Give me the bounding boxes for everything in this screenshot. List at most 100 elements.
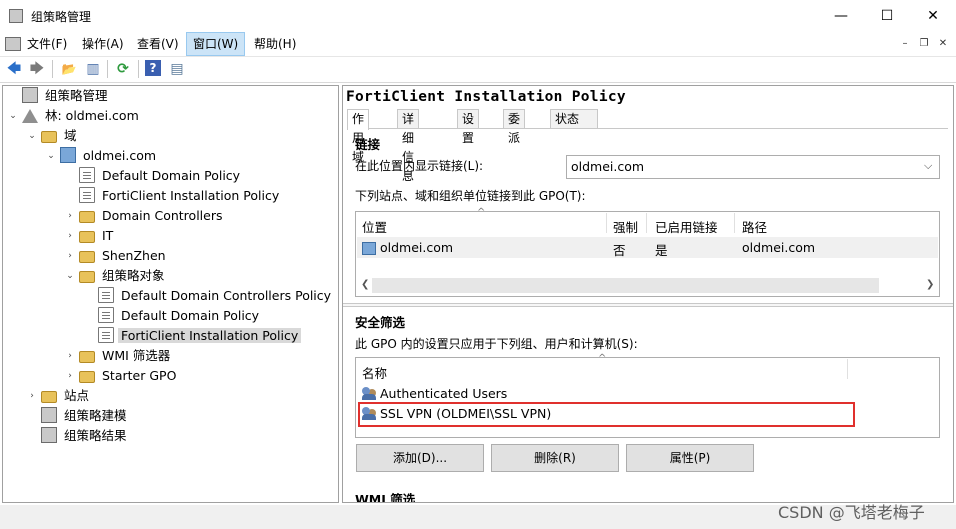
tree-item[interactable]: › ShenZhen xyxy=(68,246,169,266)
expand-chevron-icon[interactable]: › xyxy=(65,246,75,266)
properties-button[interactable]: 属性(P) xyxy=(626,444,754,472)
collapse-chevron-icon[interactable]: ⌄ xyxy=(8,106,18,126)
group-users-icon xyxy=(362,387,377,400)
expand-chevron-icon[interactable]: › xyxy=(65,346,75,366)
tree-item[interactable]: ⌄ oldmei.com xyxy=(47,146,159,166)
tree-item[interactable]: FortiClient Installation Policy xyxy=(98,326,302,346)
tree-item[interactable]: › IT xyxy=(68,226,116,246)
domain-icon xyxy=(362,241,376,255)
col-enforced[interactable]: 强制 xyxy=(613,217,638,236)
sites-icon xyxy=(41,391,57,403)
column-divider xyxy=(734,213,735,233)
menu-action[interactable]: 操作(A) xyxy=(76,32,130,56)
window-title: 组策略管理 xyxy=(31,10,92,24)
tree-item-label: 林: oldmei.com xyxy=(45,108,139,123)
remove-button[interactable]: 删除(R) xyxy=(491,444,619,472)
tree-item[interactable]: 组策略结果 xyxy=(41,426,130,446)
security-principal-name: Authenticated Users xyxy=(380,386,508,401)
tree-item[interactable]: FortiClient Installation Policy xyxy=(79,186,282,206)
tree-item[interactable]: › WMI 筛选器 xyxy=(68,346,173,366)
toolbar-separator xyxy=(52,60,53,78)
tree-item-label: Starter GPO xyxy=(102,368,177,383)
forward-arrow-icon[interactable]: 🡆 xyxy=(27,59,47,79)
col-link-enabled[interactable]: 已启用链接 xyxy=(655,217,718,236)
section-splitter[interactable] xyxy=(343,303,953,307)
wmi-filter-section-title: WMI 筛选 xyxy=(355,492,416,502)
tree-item[interactable]: ⌄ 域 xyxy=(28,126,80,146)
minimize-button[interactable]: — xyxy=(818,0,864,32)
gpo-icon xyxy=(98,327,114,343)
collapse-chevron-icon[interactable]: ⌄ xyxy=(65,266,75,286)
up-folder-icon[interactable]: 📂 xyxy=(59,59,79,79)
tree-item[interactable]: ⌄ 组策略对象 xyxy=(66,266,168,286)
properties-icon[interactable]: ▤ xyxy=(167,59,187,79)
expand-chevron-icon[interactable]: › xyxy=(65,206,75,226)
tree-item-label: Default Domain Controllers Policy xyxy=(121,288,332,303)
expand-chevron-icon[interactable]: › xyxy=(27,386,37,406)
tree-item-label: IT xyxy=(102,228,114,243)
column-divider xyxy=(606,213,607,233)
location-dropdown-value: oldmei.com xyxy=(571,159,645,174)
folder-icon xyxy=(79,351,95,363)
folder-icon xyxy=(79,271,95,283)
mdi-close-button[interactable]: ✕ xyxy=(935,36,951,52)
col-path[interactable]: 路径 xyxy=(742,217,767,236)
menu-window[interactable]: 窗口(W) xyxy=(186,32,246,56)
tree-item[interactable]: › 站点 xyxy=(30,386,92,406)
tab-scope[interactable]: 作用域 xyxy=(347,109,370,164)
expand-chevron-icon[interactable]: › xyxy=(65,226,75,246)
ou-folder-icon xyxy=(79,231,95,243)
tree-item[interactable]: 组策略建模 xyxy=(41,406,130,426)
title-bar xyxy=(0,0,956,32)
tree-item[interactable]: Default Domain Controllers Policy xyxy=(98,286,334,306)
expand-chevron-icon[interactable]: › xyxy=(65,366,75,386)
chevron-down-icon[interactable]: ⌵ xyxy=(924,159,932,173)
tab-status[interactable]: 状态 xyxy=(550,109,598,129)
refresh-icon[interactable]: ⟳ xyxy=(113,59,133,79)
tab-settings[interactable]: 设置 xyxy=(457,109,480,145)
menu-view[interactable]: 查看(V) xyxy=(131,32,185,56)
mdi-minimize-button[interactable]: – xyxy=(897,36,913,52)
tree-item-label: Domain Controllers xyxy=(102,208,223,223)
col-location[interactable]: 位置 xyxy=(362,217,387,236)
scroll-left-icon[interactable]: ❮ xyxy=(361,279,369,290)
ou-folder-icon xyxy=(79,251,95,263)
maximize-button[interactable]: ☐ xyxy=(864,0,910,32)
list-item[interactable]: Authenticated Users xyxy=(362,386,507,401)
back-arrow-icon[interactable]: 🡄 xyxy=(4,59,24,79)
tab-details[interactable]: 详细信息 xyxy=(397,109,420,183)
gpm-icon xyxy=(22,87,38,103)
modeling-icon xyxy=(41,407,57,423)
tree-item[interactable]: › Domain Controllers xyxy=(68,206,225,226)
help-icon[interactable]: ? xyxy=(145,60,161,76)
tree-item[interactable]: 组策略管理 xyxy=(22,86,111,106)
close-button[interactable]: ✕ xyxy=(910,0,956,32)
gpo-icon xyxy=(98,307,114,323)
tree-item[interactable]: ⌄ 林: oldmei.com xyxy=(9,106,142,126)
tree-item[interactable]: › Starter GPO xyxy=(68,366,179,386)
tab-delegation[interactable]: 委派 xyxy=(503,109,526,145)
mdi-restore-button[interactable]: ❐ xyxy=(916,36,932,52)
show-tree-icon[interactable]: ▥ xyxy=(83,59,103,79)
tree-item[interactable]: Default Domain Policy xyxy=(79,166,243,186)
tree-item-label: 组策略结果 xyxy=(64,428,127,443)
menu-help[interactable]: 帮助(H) xyxy=(248,32,302,56)
tree-item-label: FortiClient Installation Policy xyxy=(102,188,280,203)
security-section-title: 安全筛选 xyxy=(355,315,406,330)
toolbar xyxy=(0,56,956,83)
tree-item[interactable]: Default Domain Policy xyxy=(98,306,262,326)
col-name[interactable]: 名称 xyxy=(362,363,387,382)
scrollbar-thumb[interactable] xyxy=(372,278,879,293)
gpo-title: FortiClient Installation Policy xyxy=(346,89,626,105)
collapse-chevron-icon[interactable]: ⌄ xyxy=(46,146,56,166)
folder-icon xyxy=(79,371,95,383)
gpm-menu-icon[interactable] xyxy=(5,37,21,51)
sort-up-icon: ^ xyxy=(598,353,607,364)
tree-item-label: Default Domain Policy xyxy=(121,308,260,323)
scroll-right-icon[interactable]: ❯ xyxy=(926,279,934,290)
menu-file[interactable]: 文件(F) xyxy=(21,32,73,56)
tree-item-label: Default Domain Policy xyxy=(102,168,241,183)
collapse-chevron-icon[interactable]: ⌄ xyxy=(27,126,37,146)
link-enforced-cell: 否 xyxy=(613,243,626,258)
add-button[interactable]: 添加(D)... xyxy=(356,444,484,472)
